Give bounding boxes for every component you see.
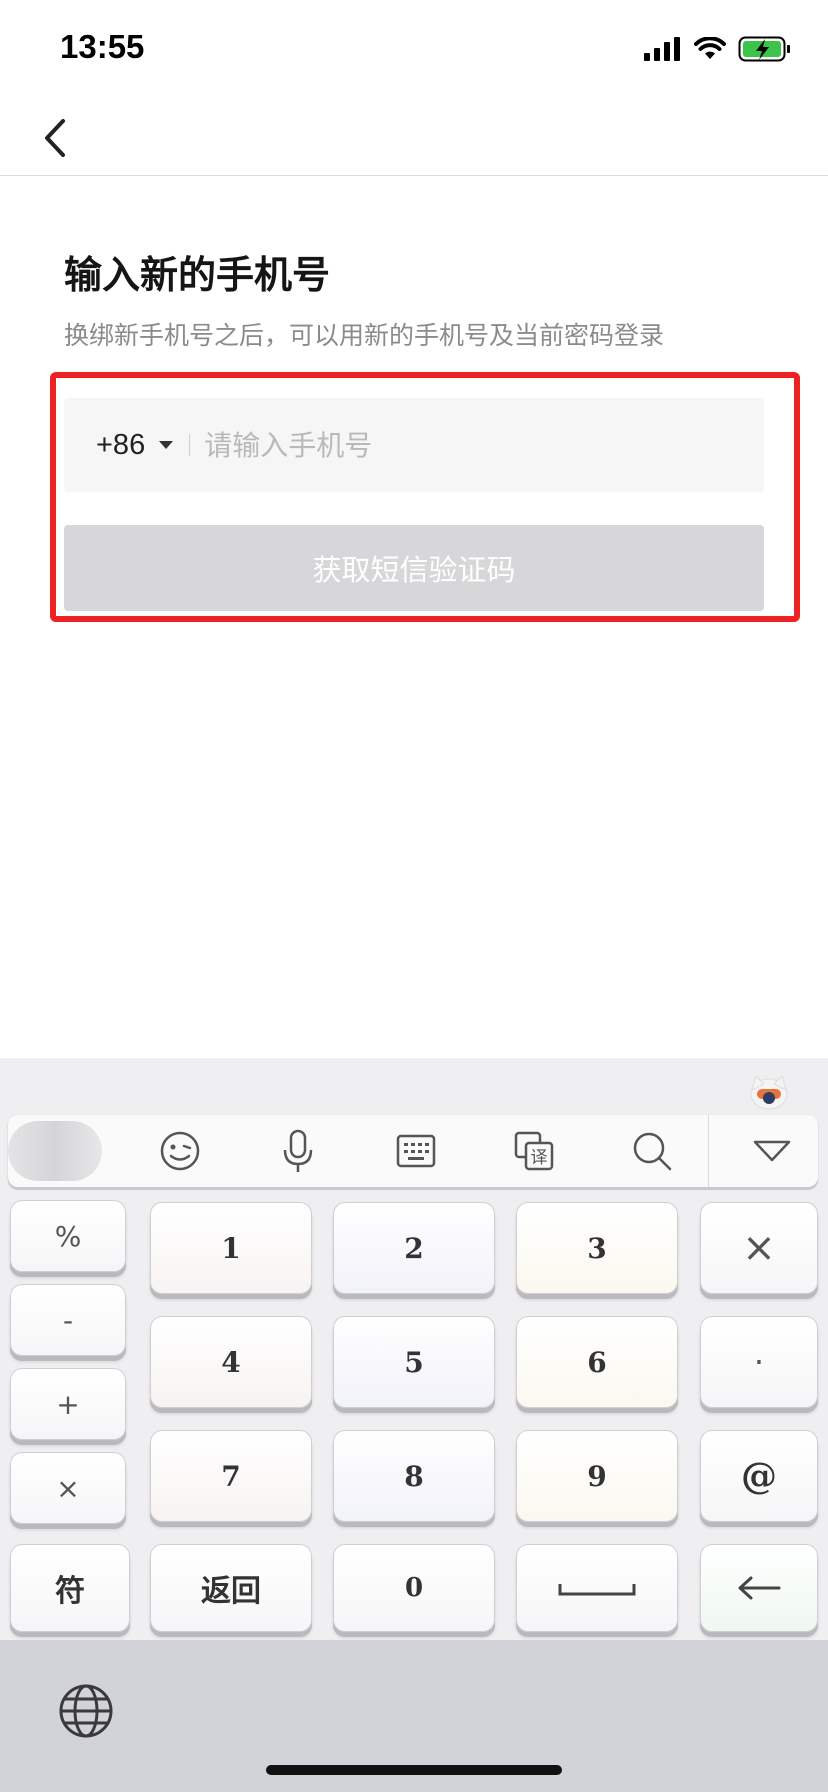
avatar[interactable] (8, 1121, 102, 1181)
svg-text:译: 译 (531, 1148, 548, 1168)
key-symbols[interactable]: 符 (10, 1544, 130, 1632)
key-4[interactable]: 4 (150, 1316, 312, 1408)
battery-charging-icon (738, 36, 790, 62)
nav-bar (0, 100, 828, 176)
status-time: 13:55 (60, 28, 145, 65)
phone-field: +86 (64, 398, 764, 492)
key-9[interactable]: 9 (516, 1430, 678, 1522)
caret-down-icon[interactable] (159, 441, 174, 449)
key-delete[interactable]: × (700, 1202, 818, 1294)
wifi-icon (694, 37, 726, 59)
page-title: 输入新的手机号 (64, 253, 331, 297)
key-0[interactable]: 0 (333, 1544, 495, 1632)
collapse-icon[interactable] (748, 1127, 796, 1175)
key-plus[interactable]: + (10, 1368, 126, 1440)
key-5[interactable]: 5 (333, 1316, 495, 1408)
key-6[interactable]: 6 (516, 1316, 678, 1408)
key-enter[interactable] (700, 1544, 818, 1632)
chevron-left-icon (45, 119, 65, 157)
key-1[interactable]: 1 (150, 1202, 312, 1294)
phone-input[interactable] (204, 415, 764, 475)
key-minus[interactable]: - (10, 1284, 126, 1356)
key-7[interactable]: 7 (150, 1430, 312, 1522)
keyboard-icon[interactable] (392, 1127, 440, 1175)
key-space[interactable] (516, 1544, 678, 1632)
status-icons (644, 36, 792, 62)
emoji-icon[interactable] (156, 1127, 204, 1175)
translate-icon[interactable]: 译 (510, 1127, 558, 1175)
key-8[interactable]: 8 (333, 1430, 495, 1522)
key-back[interactable]: 返回 (150, 1544, 312, 1632)
arrow-left-icon (738, 1576, 781, 1600)
key-percent[interactable]: % (10, 1200, 126, 1272)
globe-icon[interactable] (58, 1683, 114, 1739)
microphone-icon[interactable] (274, 1127, 322, 1175)
status-bar: 13:55 (0, 0, 828, 100)
cellular-signal-icon (644, 37, 680, 61)
get-sms-code-button[interactable]: 获取短信验证码 (64, 525, 764, 611)
back-button[interactable] (28, 108, 84, 168)
key-dot[interactable]: · (700, 1316, 818, 1408)
keyboard-toolbar: 译 (8, 1115, 818, 1187)
key-3[interactable]: 3 (516, 1202, 678, 1294)
space-bar-icon (558, 1584, 636, 1596)
search-icon[interactable] (628, 1127, 676, 1175)
page-subtitle: 换绑新手机号之后，可以用新的手机号及当前密码登录 (64, 321, 665, 350)
country-code-selector[interactable]: +86 (96, 429, 145, 462)
key-multiply[interactable]: × (10, 1452, 126, 1524)
toolbar-divider (708, 1115, 709, 1187)
field-divider (189, 434, 191, 456)
mascot-icon[interactable] (748, 1070, 790, 1112)
key-at[interactable]: @ (700, 1430, 818, 1522)
home-indicator (266, 1765, 562, 1775)
key-2[interactable]: 2 (333, 1202, 495, 1294)
